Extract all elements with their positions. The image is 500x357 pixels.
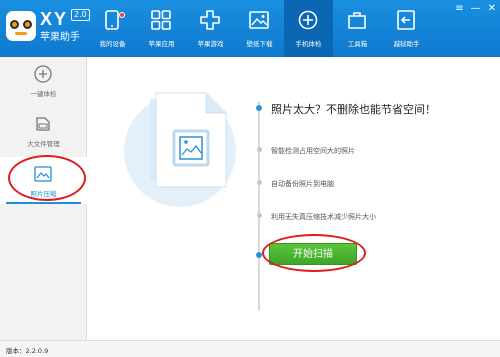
nav-label: 手机体检: [295, 40, 322, 48]
main-nav: 我的设备 苹果应用 苹果游戏 壁纸下载 手机体检 工具箱 越狱助手: [88, 0, 431, 57]
plus-circle-icon: [34, 65, 52, 83]
nav-phone-checkup[interactable]: 手机体检: [284, 0, 333, 57]
feature-item: 自动备份照片到电脑: [271, 180, 334, 188]
feature-item: 智能检测占用空间大的照片: [271, 147, 355, 155]
disk-icon: [36, 117, 50, 131]
nav-label: 我的设备: [99, 40, 126, 48]
nav-label: 壁纸下载: [246, 40, 273, 48]
nav-apple-apps[interactable]: 苹果应用: [137, 0, 186, 57]
wallpaper-icon: [249, 11, 269, 29]
sidebar-item-label: 一键体检: [30, 90, 57, 98]
nav-toolbox[interactable]: 工具箱: [333, 0, 382, 57]
sidebar-item-large-files[interactable]: 大文件管理: [0, 107, 87, 154]
version-text: 版本：2.2.0.9: [6, 347, 49, 355]
menu-icon[interactable]: ≡: [455, 3, 463, 15]
annotation-circle-sidebar: [8, 155, 86, 201]
app-logo: [6, 11, 36, 41]
checkup-icon: [298, 10, 318, 30]
status-bar: 版本：2.2.0.9: [0, 340, 500, 357]
sidebar-item-label: 大文件管理: [27, 140, 60, 148]
nav-my-device[interactable]: 我的设备: [88, 0, 137, 57]
notification-dot: [119, 12, 125, 18]
sidebar-item-checkup[interactable]: 一键体检: [0, 57, 87, 104]
feature-item: 利用无失真压缩技术减少照片大小: [271, 213, 376, 221]
toolbox-icon: [348, 12, 366, 29]
nav-label: 越狱助手: [393, 40, 420, 48]
main-panel: 照片太大？不删除也能节省空间！ 智能检测占用空间大的照片 自动备份照片到电脑 利…: [88, 57, 500, 340]
top-bar: XY2.0 苹果助手 我的设备 苹果应用 苹果游戏 壁纸下载 手机体检 工具箱: [0, 0, 500, 57]
version-badge: 2.0: [71, 9, 90, 21]
game-icon: [200, 10, 220, 30]
feature-timeline: [256, 101, 262, 311]
timeline-dot: [256, 180, 262, 185]
annotation-circle-button: [262, 234, 366, 272]
window-controls: ≡ — ✕: [455, 3, 496, 15]
nav-label: 苹果应用: [148, 40, 175, 48]
nav-wallpaper[interactable]: 壁纸下载: [235, 0, 284, 57]
timeline-dot: [256, 105, 262, 111]
nav-jailbreak[interactable]: 越狱助手: [382, 0, 431, 57]
brand: XY 2.0 苹果助手: [40, 9, 90, 43]
jailbreak-icon: [397, 10, 415, 30]
nav-apple-games[interactable]: 苹果游戏: [186, 0, 235, 57]
minimize-icon[interactable]: —: [471, 3, 481, 15]
headline: 照片太大？不删除也能节省空间！: [271, 103, 436, 116]
active-indicator: [6, 202, 81, 204]
nav-label: 工具箱: [347, 40, 368, 48]
close-icon[interactable]: ✕: [488, 3, 496, 15]
photo-file-illustration: [124, 92, 236, 207]
timeline-dot: [256, 147, 262, 152]
apps-icon: [151, 10, 171, 30]
brand-subtitle: 苹果助手: [40, 32, 80, 43]
timeline-dot: [256, 213, 262, 218]
nav-label: 苹果游戏: [197, 40, 224, 48]
brand-name: XY: [40, 9, 69, 29]
